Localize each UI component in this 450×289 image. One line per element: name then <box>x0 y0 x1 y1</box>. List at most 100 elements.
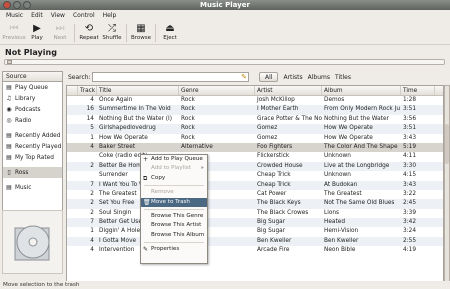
sidebar-item-music[interactable]: ▤ Music <box>3 182 62 193</box>
table-cell: Heated <box>324 219 345 226</box>
table-cell: 5 <box>90 125 94 132</box>
search-input[interactable]: ✎ <box>92 72 249 82</box>
table-cell: 4:11 <box>403 153 417 160</box>
table-row[interactable]: 2 Set You Free The Black Keys Not The Same … <box>67 199 443 209</box>
menu-view[interactable]: View <box>50 12 66 19</box>
next-label: Next <box>53 35 67 41</box>
position-slider[interactable] <box>4 59 445 65</box>
filter-artists-button[interactable]: Artists <box>283 74 302 81</box>
table-cell <box>67 227 78 236</box>
menu-item-browse-this-genre[interactable]: Browse This Genre <box>141 212 207 221</box>
slider-thumb[interactable] <box>7 60 12 64</box>
sidebar-item-label: My Top Rated <box>15 154 54 161</box>
table-cell: The Black Crowes <box>257 209 309 216</box>
sidebar-item-podcasts[interactable]: ◉ Podcasts <box>3 104 62 115</box>
column-header-genre[interactable]: Genre <box>179 86 255 95</box>
scrollbar-thumb[interactable] <box>445 124 449 164</box>
menu-item-copy[interactable]: ⧉ Copy <box>141 174 207 183</box>
menu-help[interactable]: Help <box>102 12 118 19</box>
table-cell: Unknown <box>324 153 351 160</box>
table-cell: 3:43 <box>403 181 417 188</box>
library-icon: ♫ <box>6 94 12 102</box>
table-cell: 2 <box>90 190 94 197</box>
table-row[interactable]: Surrender Cheap Trick Unknown 4:15 <box>67 171 443 180</box>
table-row[interactable]: 1 How We Operate Rock Gomez How We Operate 3:… <box>67 134 443 143</box>
eject-button[interactable]: ⏏ Eject <box>159 21 181 45</box>
table-row[interactable]: 4InterventionUnknownArcade FireNeon Bibl… <box>67 246 443 255</box>
now-playing-label: Not Playing <box>5 48 57 57</box>
table-cell: Gomez <box>257 134 278 141</box>
column-header-album[interactable]: Album <box>322 86 401 95</box>
toolbar-separator <box>155 24 156 42</box>
column-header-artist[interactable]: Artist <box>255 86 322 95</box>
table-row[interactable]: 14 Nothing But the Water (I) Rock Grace Pot… <box>67 115 443 124</box>
filter-all-button[interactable]: All <box>259 72 279 82</box>
column-header-status[interactable] <box>67 86 78 95</box>
column-header-title[interactable]: Title <box>97 86 179 95</box>
menu-item-properties[interactable]: ✎ Properties <box>141 245 207 254</box>
title-bar: Music Player <box>0 0 450 10</box>
shuffle-button[interactable]: ⤮ Shuffle <box>101 21 123 45</box>
table-cell: 1 <box>90 134 94 141</box>
close-window-button[interactable] <box>3 1 11 9</box>
table-cell: Foo Fighters <box>257 143 293 150</box>
table-cell: Cheap Trick <box>257 181 291 188</box>
radio-icon: ◎ <box>6 116 12 124</box>
table-cell: Big Sugar <box>257 219 286 226</box>
table-cell: 3:56 <box>403 115 417 122</box>
sidebar-item-radio[interactable]: ◎ Radio <box>3 115 62 126</box>
table-cell: Rock <box>181 97 195 103</box>
clear-search-icon[interactable]: ✎ <box>241 73 247 82</box>
table-row[interactable]: 4I Gotta MoveRockBen KwellerBen Kweller2… <box>67 236 443 247</box>
column-header-track[interactable]: Track <box>78 86 97 95</box>
next-icon: ⏭ <box>55 23 65 34</box>
table-cell: At Budokan <box>324 181 358 188</box>
sidebar-item-ross[interactable]: ▯ Ross <box>3 167 62 178</box>
menu-music[interactable]: Music <box>5 12 24 19</box>
menu-item-browse-this-album[interactable]: Browse This Album <box>141 231 207 240</box>
menu-item-remove[interactable]: Remove <box>141 188 207 197</box>
menu-control[interactable]: Control <box>72 12 96 19</box>
table-cell: Once Again <box>99 97 133 103</box>
browse-button[interactable]: ▦ Browse <box>130 21 152 45</box>
menu-item-move-to-trash[interactable]: 🗑 Move to Trash <box>141 197 207 207</box>
table-row[interactable]: Coke (radio edit) Flickerstick Unknown 4:11 <box>67 152 443 161</box>
vertical-scrollbar[interactable] <box>444 85 450 282</box>
table-cell: 7 <box>90 219 94 226</box>
sidebar-item-my-top-rated[interactable]: ▤ My Top Rated <box>3 152 62 163</box>
column-header-time[interactable]: Time <box>401 86 435 95</box>
repeat-button[interactable]: ⟲ Repeat <box>78 21 100 45</box>
previous-button[interactable]: ⏮ Previous <box>2 21 25 45</box>
table-row[interactable]: 2 The Greatest Cat Power The Greatest 3:22 <box>67 190 443 199</box>
menu-item-label: Properties <box>151 246 180 253</box>
filter-titles-button[interactable]: Titles <box>335 74 351 81</box>
menu-item-browse-this-artist[interactable]: Browse This Artist <box>141 221 207 230</box>
table-row[interactable]: 2 Better Be Home Crowded House Live at the … <box>67 161 443 172</box>
table-cell: Alternative <box>181 143 213 150</box>
table-cell: 3:51 <box>403 125 417 132</box>
menu-edit[interactable]: Edit <box>30 12 44 19</box>
sidebar-item-recently-added[interactable]: ▤ Recently Added <box>3 130 62 141</box>
table-cell: 14 <box>86 115 94 122</box>
table-row[interactable]: 4 Baker Street Alternative Foo Fighters The … <box>67 142 443 153</box>
table-row[interactable]: 1 Diggin' A Hole Big Sugar Hemi-Vision 3:24 <box>67 227 443 236</box>
copy-icon: ⧉ <box>143 174 148 182</box>
table-row[interactable]: 7I Want You To Want Me Cheap Trick At Budo… <box>67 180 443 190</box>
menu-item-add-to-play-queue[interactable]: + Add to Play Queue <box>141 155 207 164</box>
maximize-window-button[interactable] <box>23 1 31 9</box>
sidebar-item-recently-played[interactable]: ▤ Recently Played <box>3 141 62 152</box>
table-row[interactable]: 16 Summertime In The Void Rock I Mother Ear… <box>67 105 443 115</box>
table-cell: I Mother Earth <box>257 106 299 113</box>
table-cell: 1:28 <box>403 97 417 103</box>
sidebar-item-play-queue[interactable]: ▤ Play Queue <box>3 82 62 93</box>
menu-item-add-to-playlist[interactable]: Add to Playlist ▸ <box>141 164 207 173</box>
play-button[interactable]: ▶ Play <box>26 21 48 45</box>
minimize-window-button[interactable] <box>13 1 21 9</box>
table-row[interactable]: 7 Better Get Used To It Big Sugar Heated 3:4… <box>67 218 443 228</box>
table-row[interactable]: 4 Once Again Rock Josh McKillop Demos 1:28 <box>67 96 443 105</box>
next-button[interactable]: ⏭ Next <box>49 21 71 45</box>
table-row[interactable]: 5 Girlshapedlovedrug Rock Gomez How We Opera… <box>67 124 443 134</box>
sidebar-item-library[interactable]: ♫ Library <box>3 93 62 104</box>
filter-albums-button[interactable]: Albums <box>308 74 330 81</box>
table-row[interactable]: 2 Soul Singin The Black Crowes Lions 3:39 <box>67 209 443 218</box>
